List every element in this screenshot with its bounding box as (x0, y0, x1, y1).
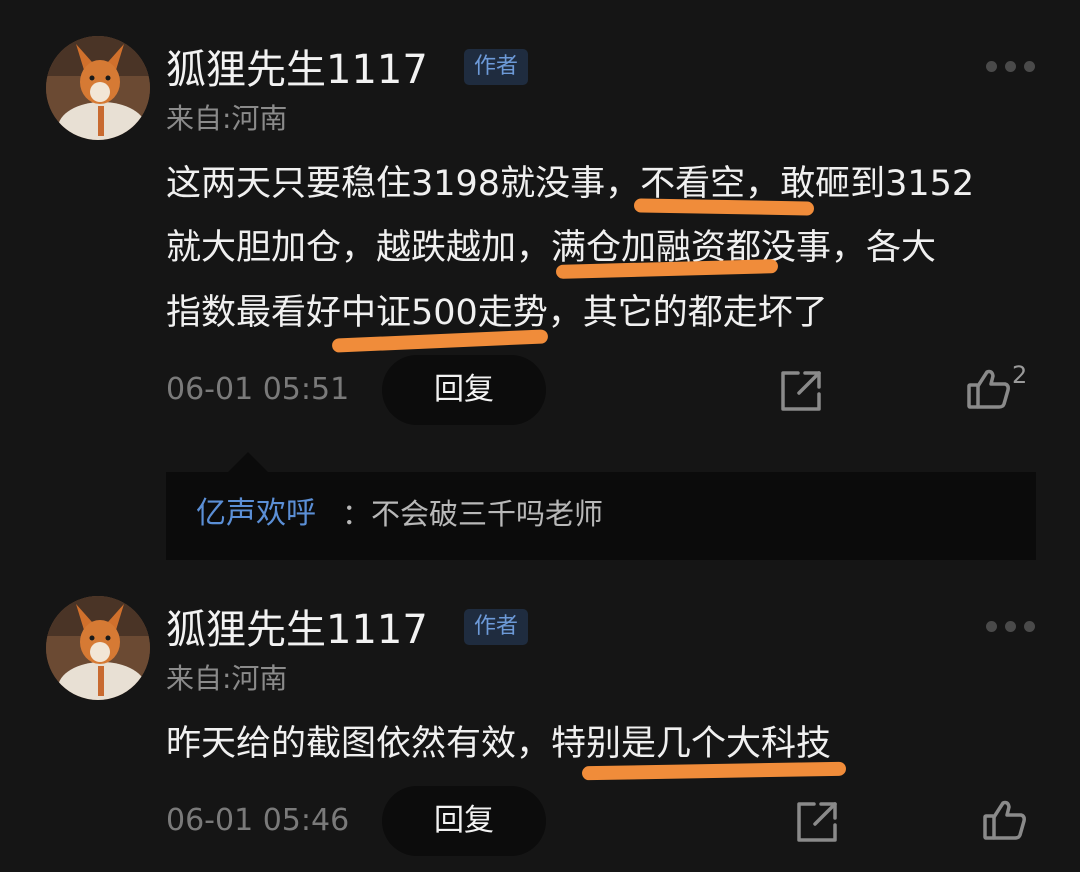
share-icon[interactable] (794, 799, 840, 845)
more-dots-icon[interactable] (986, 621, 1036, 633)
comment-line: 这两天只要稳住3198就没事，不看空，敢砸到3152 (166, 164, 975, 204)
avatar[interactable] (46, 596, 150, 700)
author-badge: 作者 (464, 49, 528, 85)
timestamp: 06-01 05:51 (166, 372, 350, 407)
comment-thread: 狐狸先生1117 作者 来自:河南 这两天只要稳住3198就没事，不看空，敢砸到… (0, 0, 1080, 872)
reply-button[interactable]: 回复 (382, 786, 546, 856)
highlight-underline (581, 761, 847, 781)
reply-text: ：不会破三千吗老师 (342, 497, 604, 531)
username[interactable]: 狐狸先生1117 (166, 610, 428, 650)
fox-avatar-image (46, 596, 150, 700)
highlight-underline (633, 198, 815, 216)
like-count: 2 (1012, 361, 1028, 389)
thumbs-up-icon[interactable] (982, 797, 1028, 843)
comment-line: 就大胆加仓，越跌越加，满仓加融资都没事，各大 (166, 228, 937, 268)
location-label: 来自:河南 (166, 102, 288, 135)
reply-username[interactable]: 亿声欢呼 (196, 499, 316, 529)
more-dots-icon[interactable] (986, 61, 1036, 73)
fox-avatar-image (46, 36, 150, 140)
location-label: 来自:河南 (166, 662, 288, 695)
author-badge: 作者 (464, 609, 528, 645)
thumbs-up-icon[interactable] (966, 366, 1012, 412)
timestamp: 06-01 05:46 (166, 803, 350, 838)
reply-box-pointer (228, 452, 268, 472)
avatar[interactable] (46, 36, 150, 140)
reply-button[interactable]: 回复 (382, 355, 546, 425)
username[interactable]: 狐狸先生1117 (166, 50, 428, 90)
comment-line: 昨天给的截图依然有效，特别是几个大科技 (166, 724, 832, 764)
share-icon[interactable] (778, 368, 824, 414)
comment-line: 指数最看好中证500走势，其它的都走坏了 (166, 293, 828, 333)
